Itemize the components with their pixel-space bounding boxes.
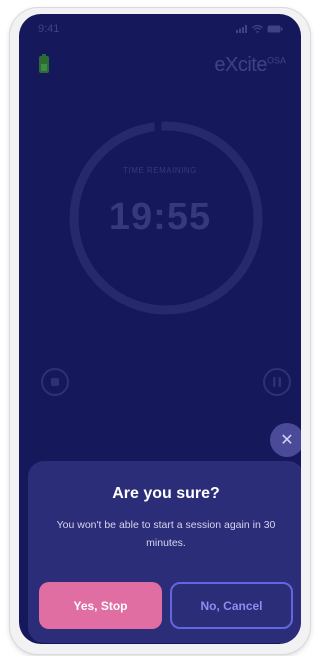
stop-icon	[51, 378, 59, 386]
brand-suffix: OSA	[266, 55, 286, 66]
stop-button[interactable]	[41, 368, 69, 396]
status-bar: 9:41	[19, 14, 301, 48]
status-icons	[236, 25, 283, 33]
pause-icon	[273, 377, 281, 387]
time-remaining-value: 19:55	[108, 196, 212, 238]
battery-icon	[39, 54, 49, 73]
confirm-dialog: Are you sure? You won't be able to start…	[28, 461, 301, 643]
no-cancel-button[interactable]: No, Cancel	[170, 582, 293, 629]
wifi-icon	[252, 25, 263, 33]
close-icon: ✕	[280, 432, 294, 449]
brand-logo: eXciteOSA	[214, 54, 286, 77]
dialog-message: You won't be able to start a session aga…	[56, 519, 276, 549]
pause-button[interactable]	[263, 368, 291, 396]
yes-stop-button[interactable]: Yes, Stop	[39, 582, 162, 629]
status-time: 9:41	[38, 23, 60, 35]
close-dialog-button[interactable]: ✕	[270, 423, 301, 457]
brand-name: eXcite	[214, 54, 267, 76]
app-screen: 9:41 eXciteOSA TIME REMAINING 19:55 ✕ Ar…	[19, 14, 301, 644]
time-remaining-label: TIME REMAINING	[123, 166, 197, 175]
signal-icon	[236, 25, 247, 33]
dialog-title: Are you sure?	[112, 485, 220, 502]
battery-icon	[267, 25, 283, 33]
